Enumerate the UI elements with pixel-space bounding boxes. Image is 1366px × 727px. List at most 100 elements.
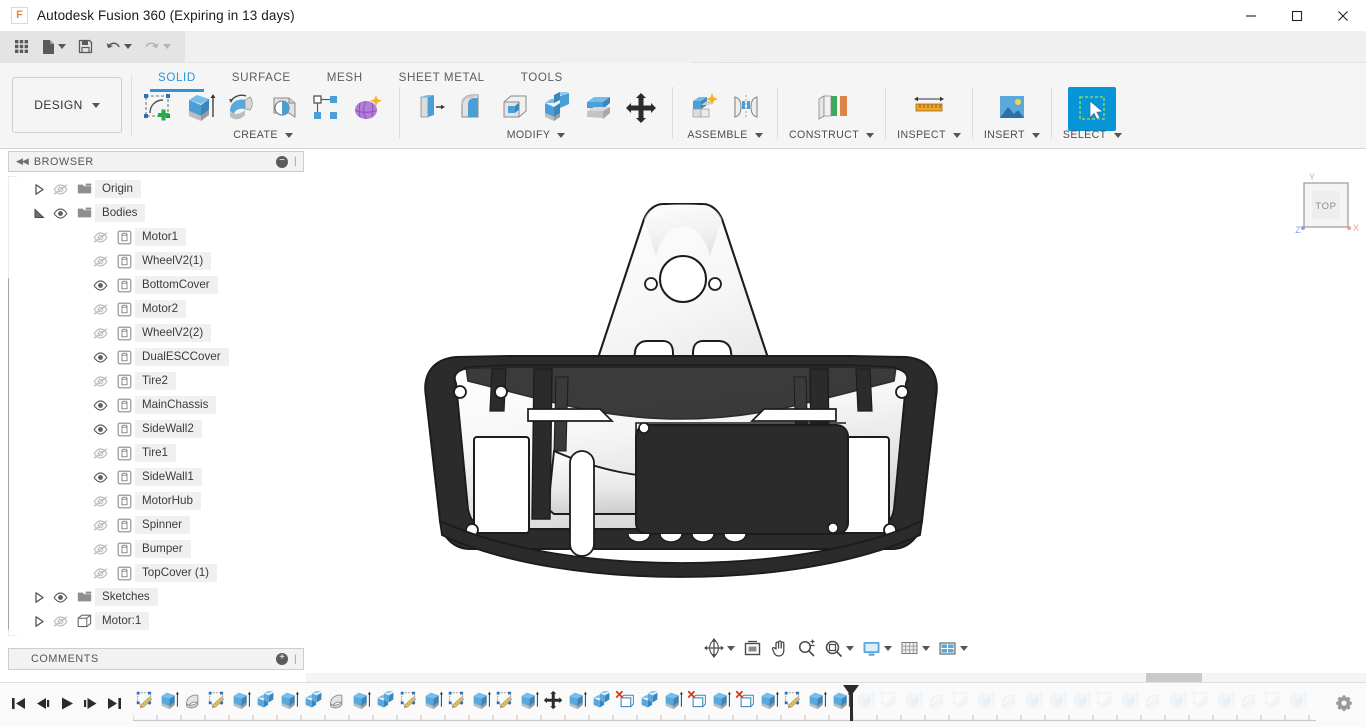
app-grid-button[interactable] [8,31,35,63]
panel-construct-label[interactable]: CONSTRUCT [789,129,874,141]
tree-item-label[interactable]: WheelV2(1) [135,252,211,270]
move-copy-button[interactable] [621,87,661,129]
tree-row[interactable]: WheelV2(2) [9,321,303,345]
orbit-button[interactable] [701,635,738,661]
timeline-feature[interactable] [157,685,181,715]
comments-add-button[interactable]: + [276,653,288,665]
tree-row[interactable]: BottomCover [9,273,303,297]
model-view[interactable] [306,151,1366,621]
tree-row[interactable]: MotorHub [9,489,303,513]
tree-row[interactable]: Motor2 [9,297,303,321]
timeline-feature[interactable] [1021,685,1045,715]
timeline-step-forward-button[interactable] [78,688,102,718]
timeline-step-back-button[interactable] [30,688,54,718]
timeline-feature[interactable] [349,685,373,715]
tree-row[interactable]: Tire2 [9,369,303,393]
canvas-hscrollbar-thumb[interactable] [1146,673,1202,682]
timeline-feature[interactable] [445,685,469,715]
visibility-toggle[interactable] [87,304,113,315]
timeline-strip[interactable] [133,685,1316,723]
visibility-toggle[interactable] [87,544,113,555]
zoom-button[interactable] [794,635,819,661]
combine-button[interactable] [537,87,577,129]
tree-item-label[interactable]: Spinner [135,516,190,534]
form-button[interactable] [348,87,388,129]
tree-row[interactable]: MainChassis [9,393,303,417]
new-file-button[interactable] [35,31,72,63]
timeline-playhead[interactable] [850,685,853,721]
workspace-switcher[interactable]: DESIGN [12,77,122,133]
panel-assemble-label[interactable]: ASSEMBLE [687,129,762,141]
extrude-button[interactable] [180,87,220,129]
tree-expander[interactable] [31,616,47,627]
timeline-feature[interactable] [253,685,277,715]
visibility-toggle[interactable] [87,232,113,243]
visibility-toggle[interactable] [87,472,113,483]
browser-resize-grip[interactable]: | [294,156,300,167]
viewport-canvas[interactable]: TOP Y X Z [306,151,1366,675]
redo-button[interactable] [138,31,177,63]
timeline-feature[interactable] [925,685,949,715]
hole-button[interactable] [264,87,304,129]
visibility-toggle[interactable] [87,376,113,387]
tree-row[interactable]: Origin [9,177,303,201]
timeline-feature[interactable] [781,685,805,715]
timeline-feature[interactable] [1069,685,1093,715]
measure-button[interactable] [905,87,953,129]
save-button[interactable] [72,31,99,63]
fillet-button[interactable] [453,87,493,129]
zoom-window-button[interactable] [821,635,857,661]
tree-item-label[interactable]: Bodies [95,204,145,222]
grid-snaps-button[interactable] [897,635,933,661]
expander-collapsed-icon[interactable] [35,184,44,195]
timeline-feature[interactable] [133,685,157,715]
tree-expander[interactable] [31,184,47,195]
panel-select-label[interactable]: SELECT [1063,129,1122,141]
timeline-feature[interactable] [469,685,493,715]
tree-row[interactable]: Sketches [9,585,303,609]
timeline-feature[interactable] [1117,685,1141,715]
tree-item-label[interactable]: Motor:1 [95,612,149,630]
timeline-jump-start-button[interactable] [6,688,30,718]
minimize-button[interactable] [1228,0,1274,31]
new-component-button[interactable] [684,87,724,129]
timeline-feature[interactable] [181,685,205,715]
visibility-toggle[interactable] [47,184,73,195]
rectangular-pattern-button[interactable] [306,87,346,129]
browser-minimize-button[interactable]: − [276,156,288,168]
tree-row[interactable]: Bumper [9,537,303,561]
expander-collapsed-icon[interactable] [35,592,44,603]
revolve-button[interactable] [222,87,262,129]
tree-item-label[interactable]: TopCover (1) [135,564,217,582]
timeline-feature[interactable] [397,685,421,715]
tree-item-label[interactable]: WheelV2(2) [135,324,211,342]
tree-row[interactable]: Bodies [9,201,303,225]
timeline-jump-end-button[interactable] [102,688,126,718]
tree-row[interactable]: TopCover (1) [9,561,303,585]
tree-row[interactable]: SideWall1 [9,465,303,489]
tree-row[interactable]: Spinner [9,513,303,537]
timeline-feature[interactable] [277,685,301,715]
visibility-toggle[interactable] [87,256,113,267]
tree-item-label[interactable]: DualESCCover [135,348,229,366]
timeline-feature[interactable] [1213,685,1237,715]
canvas-hscrollbar-track[interactable] [306,673,1366,682]
tree-item-label[interactable]: Motor2 [135,300,186,318]
offset-plane-button[interactable] [808,87,856,129]
tree-row[interactable]: WheelV2(1) [9,249,303,273]
visibility-toggle[interactable] [87,448,113,459]
timeline-feature[interactable] [949,685,973,715]
timeline-feature[interactable] [1237,685,1261,715]
timeline-feature[interactable] [637,685,661,715]
timeline-feature[interactable] [325,685,349,715]
tree-item-label[interactable]: Origin [95,180,141,198]
timeline-feature[interactable] [973,685,997,715]
look-at-button[interactable] [740,635,765,661]
timeline-feature[interactable] [1045,685,1069,715]
timeline-feature[interactable] [997,685,1021,715]
joint-button[interactable] [726,87,766,129]
visibility-toggle[interactable] [87,496,113,507]
press-pull-button[interactable] [411,87,451,129]
close-button[interactable] [1320,0,1366,31]
timeline-settings-button[interactable] [1332,691,1356,715]
